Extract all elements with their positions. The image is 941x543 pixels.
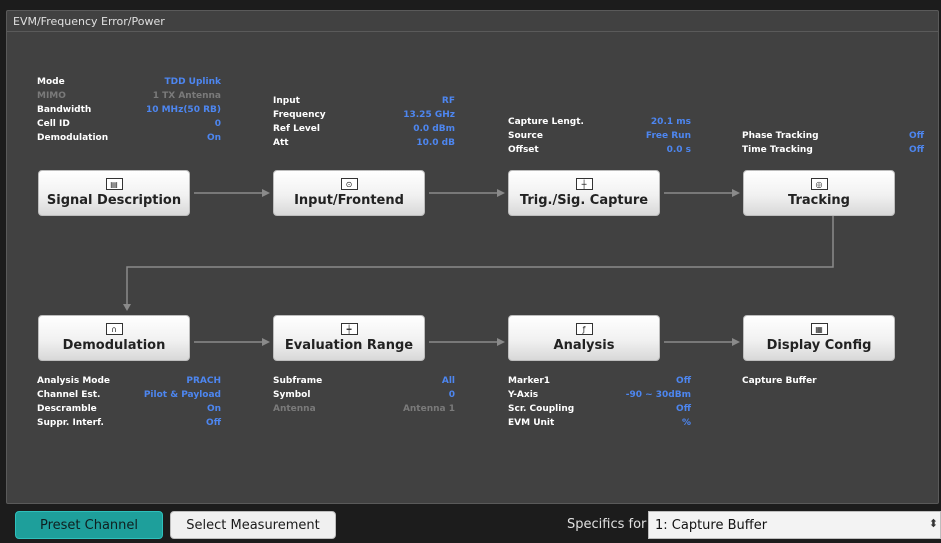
display-config-button[interactable]: ▦ Display Config [743, 315, 895, 361]
signal-description-button[interactable]: ▤ Signal Description [38, 170, 190, 216]
connector-arrowhead [497, 189, 505, 197]
evaluation-range-label: Evaluation Range [284, 338, 414, 353]
evaluation-range-button[interactable]: ┿ Evaluation Range [273, 315, 425, 361]
evaluation-range-icon: ┿ [340, 323, 358, 335]
flow-connectors [123, 189, 834, 346]
specifics-value: 1: Capture Buffer [655, 517, 768, 533]
specifics-label: Specifics for [567, 517, 647, 532]
display-config-label: Display Config [766, 338, 872, 353]
tracking-label: Tracking [788, 193, 850, 208]
input-frontend-label: Input/Frontend [294, 193, 404, 208]
analysis-button[interactable]: ƒ Analysis [508, 315, 660, 361]
trigger-icon: ┼ [575, 178, 593, 190]
display-config-icon: ▦ [810, 323, 828, 335]
connector-arrowhead [732, 189, 740, 197]
demodulation-label: Demodulation [62, 338, 166, 353]
tracking-icon: ◎ [810, 178, 828, 190]
select-measurement-button[interactable]: Select Measurement [170, 511, 336, 539]
analysis-label: Analysis [553, 338, 615, 353]
signal-description-icon: ▤ [105, 178, 123, 190]
connector-arrowhead [123, 304, 131, 311]
trig-capture-button[interactable]: ┼ Trig./Sig. Capture [508, 170, 660, 216]
input-icon: ⊙ [340, 178, 358, 190]
analysis-icon: ƒ [575, 323, 593, 335]
demodulation-button[interactable]: ∩ Demodulation [38, 315, 190, 361]
connector-arrowhead [262, 189, 270, 197]
demodulation-icon: ∩ [105, 323, 123, 335]
connector-arrowhead [497, 338, 505, 346]
connector-line [126, 216, 834, 304]
preset-channel-button[interactable]: Preset Channel [15, 511, 163, 539]
input-frontend-button[interactable]: ⊙ Input/Frontend [273, 170, 425, 216]
connector-arrowhead [732, 338, 740, 346]
trig-capture-label: Trig./Sig. Capture [519, 193, 649, 208]
select-arrows-icon: ⬍ [928, 517, 938, 530]
tracking-button[interactable]: ◎ Tracking [743, 170, 895, 216]
signal-description-label: Signal Description [46, 193, 182, 208]
specifics-select[interactable]: 1: Capture Buffer ⬍ [648, 511, 941, 539]
connector-arrowhead [262, 338, 270, 346]
